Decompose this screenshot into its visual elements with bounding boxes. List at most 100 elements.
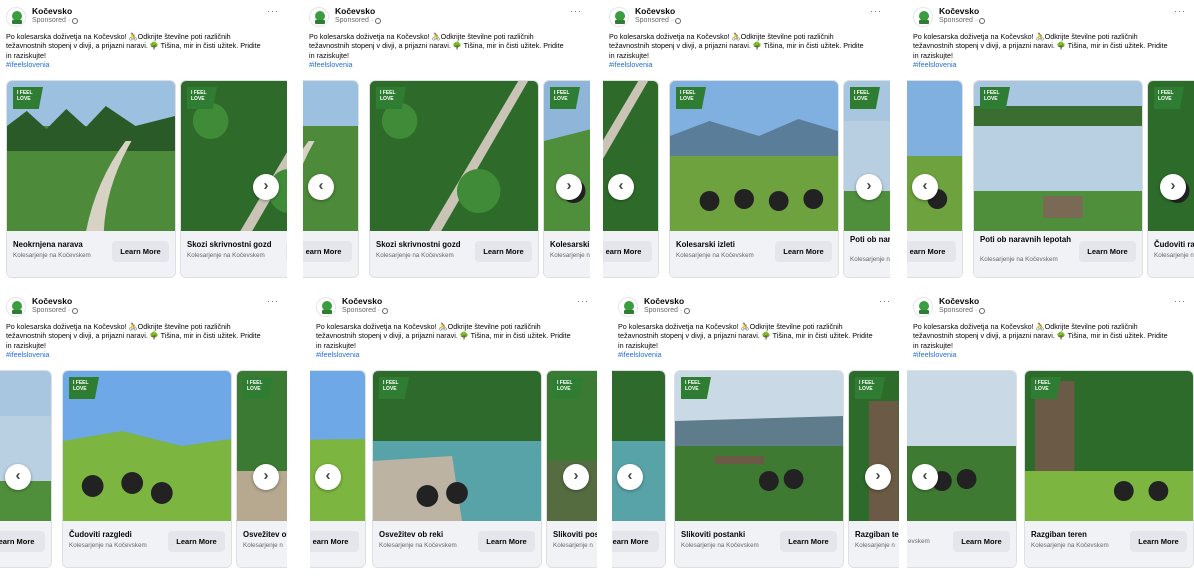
carousel-card[interactable]: I FEEL LOVE Neokrnjena narava Kolesarjenj… — [6, 80, 176, 278]
chevron-right-icon[interactable]: › — [1160, 174, 1186, 200]
card-image[interactable]: I FEEL LOVE — [670, 81, 838, 231]
page-name[interactable]: Kočevsko — [342, 296, 382, 306]
learn-more-button[interactable]: Learn More — [286, 241, 287, 262]
carousel[interactable]: earn More I FEEL LOVE Slikoviti postanki … — [612, 370, 899, 570]
page-name[interactable]: Kočevsko — [32, 6, 72, 16]
chevron-right-icon[interactable]: › — [556, 174, 582, 200]
learn-more-button[interactable]: Learn More — [478, 531, 535, 552]
more-options-icon[interactable]: ··· — [879, 296, 891, 306]
card-image[interactable] — [907, 371, 1016, 521]
card-image[interactable] — [603, 81, 658, 231]
learn-more-button[interactable]: Learn More — [780, 531, 837, 552]
card-image[interactable]: I FEEL LOVE — [373, 371, 541, 521]
learn-more-button[interactable]: earn More — [0, 531, 45, 552]
more-options-icon[interactable]: ··· — [1174, 296, 1186, 306]
hashtag-link[interactable]: #ifeelslovenia — [309, 60, 571, 69]
chevron-left-icon[interactable]: ‹ — [315, 464, 341, 490]
learn-more-button[interactable]: earn More — [603, 241, 652, 262]
learn-more-button[interactable]: earn More — [310, 531, 359, 552]
kocevsko-logo-icon[interactable] — [6, 297, 26, 317]
card-image[interactable]: I FEEL LOVE — [1025, 371, 1193, 521]
hashtag-link[interactable]: #ifeelslovenia — [316, 350, 578, 359]
chevron-right-icon[interactable]: › — [865, 464, 891, 490]
card-image[interactable] — [907, 81, 962, 231]
carousel-card[interactable]: I FEEL LOVE Razgiban teren Kolesarjenje n… — [1024, 370, 1194, 568]
page-name[interactable]: Kočevsko — [939, 296, 979, 306]
carousel[interactable]: earn More I FEEL LOVE Čudoviti razgledi K… — [0, 370, 287, 570]
chevron-left-icon[interactable]: ‹ — [617, 464, 643, 490]
more-options-icon[interactable]: ··· — [870, 6, 882, 16]
page-name[interactable]: Kočevsko — [644, 296, 684, 306]
learn-more-button[interactable]: Learn More — [1079, 241, 1136, 262]
chevron-left-icon[interactable]: ‹ — [912, 174, 938, 200]
card-image[interactable]: I FEEL LOVE — [849, 371, 899, 521]
hashtag-link[interactable]: #ifeelslovenia — [913, 60, 1175, 69]
learn-more-button[interactable]: Learn More — [475, 241, 532, 262]
kocevsko-logo-icon[interactable] — [609, 7, 629, 27]
chevron-right-icon[interactable]: › — [856, 174, 882, 200]
card-image[interactable]: I FEEL LOVE — [1148, 81, 1194, 231]
more-options-icon[interactable]: ··· — [577, 296, 589, 306]
kocevsko-logo-icon[interactable] — [913, 297, 933, 317]
page-name[interactable]: Kočevsko — [635, 6, 675, 16]
learn-more-button[interactable]: earn More — [907, 241, 956, 262]
carousel[interactable]: earn More I FEEL LOVE Poti ob naravnih le… — [907, 80, 1194, 280]
learn-more-button[interactable]: Learn More — [112, 241, 169, 262]
chevron-left-icon[interactable]: ‹ — [5, 464, 31, 490]
card-image[interactable]: I FEEL LOVE — [974, 81, 1142, 231]
card-image[interactable]: I FEEL LOVE — [675, 371, 843, 521]
kocevsko-logo-icon[interactable] — [913, 7, 933, 27]
learn-more-button[interactable]: Learn More — [168, 531, 225, 552]
chevron-left-icon[interactable]: ‹ — [608, 174, 634, 200]
chevron-right-icon[interactable]: › — [253, 174, 279, 200]
carousel[interactable]: earn More I FEEL LOVE Osvežitev ob reki K… — [310, 370, 597, 570]
kocevsko-logo-icon[interactable] — [316, 297, 336, 317]
learn-more-button[interactable]: Learn More — [1130, 531, 1187, 552]
learn-more-button[interactable]: Learn More — [775, 241, 832, 262]
carousel-card[interactable]: I FEEL LOVE Poti ob naravnih lepotah Kole… — [973, 80, 1143, 278]
learn-more-button[interactable]: earn More — [303, 241, 352, 262]
page-name[interactable]: Kočevsko — [939, 6, 979, 16]
card-image[interactable] — [310, 371, 365, 521]
carousel-card[interactable]: I FEEL LOVE Slikoviti postanki Kolesarjen… — [674, 370, 844, 568]
more-options-icon[interactable]: ··· — [1174, 6, 1186, 16]
card-image[interactable] — [612, 371, 665, 521]
more-options-icon[interactable]: ··· — [267, 296, 279, 306]
more-options-icon[interactable]: ··· — [267, 6, 279, 16]
page-name[interactable]: Kočevsko — [32, 296, 72, 306]
card-image[interactable]: I FEEL LOVE — [370, 81, 538, 231]
carousel-card[interactable]: I FEEL LOVE Čudoviti razgledi Kolesarjenj… — [62, 370, 232, 568]
card-image[interactable] — [303, 81, 358, 231]
hashtag-link[interactable]: #ifeelslovenia — [618, 350, 880, 359]
card-image[interactable]: I FEEL LOVE — [547, 371, 597, 521]
kocevsko-logo-icon[interactable] — [6, 7, 26, 27]
hashtag-link[interactable]: #ifeelslovenia — [6, 350, 268, 359]
learn-more-button[interactable]: Learn More — [953, 531, 1010, 552]
card-image[interactable]: I FEEL LOVE — [63, 371, 231, 521]
kocevsko-logo-icon[interactable] — [618, 297, 638, 317]
card-image[interactable] — [0, 371, 51, 521]
card-image[interactable]: I FEEL LOVE — [181, 81, 287, 231]
hashtag-link[interactable]: #ifeelslovenia — [6, 60, 268, 69]
more-options-icon[interactable]: ··· — [570, 6, 582, 16]
card-image[interactable]: I FEEL LOVE — [544, 81, 590, 231]
carousel[interactable]: I FEEL LOVE Neokrnjena narava Kolesarjenj… — [0, 80, 287, 280]
kocevsko-logo-icon[interactable] — [309, 7, 329, 27]
carousel[interactable]: earn More I FEEL LOVE Kolesarski izleti K… — [603, 80, 890, 280]
hashtag-link[interactable]: #ifeelslovenia — [913, 350, 1175, 359]
carousel-card[interactable]: I FEEL LOVE Osvežitev ob reki Kolesarjenj… — [372, 370, 542, 568]
carousel[interactable]: evskem Learn More I FEEL LOVE Razgiban te… — [907, 370, 1194, 570]
learn-more-button[interactable]: earn More — [612, 531, 659, 552]
page-name[interactable]: Kočevsko — [335, 6, 375, 16]
chevron-left-icon[interactable]: ‹ — [912, 464, 938, 490]
chevron-right-icon[interactable]: › — [563, 464, 589, 490]
chevron-right-icon[interactable]: › — [253, 464, 279, 490]
card-image[interactable]: I FEEL LOVE — [7, 81, 175, 231]
hashtag-link[interactable]: #ifeelslovenia — [609, 60, 871, 69]
card-image[interactable]: I FEEL LOVE — [844, 81, 890, 231]
carousel-card[interactable]: I FEEL LOVE Kolesarski izleti Kolesarjenj… — [669, 80, 839, 278]
carousel[interactable]: earn More I FEEL LOVE Skozi skrivnostni g… — [303, 80, 590, 280]
carousel-card[interactable]: I FEEL LOVE Skozi skrivnostni gozd Kolesa… — [369, 80, 539, 278]
chevron-left-icon[interactable]: ‹ — [308, 174, 334, 200]
card-image[interactable]: I FEEL LOVE — [237, 371, 287, 521]
